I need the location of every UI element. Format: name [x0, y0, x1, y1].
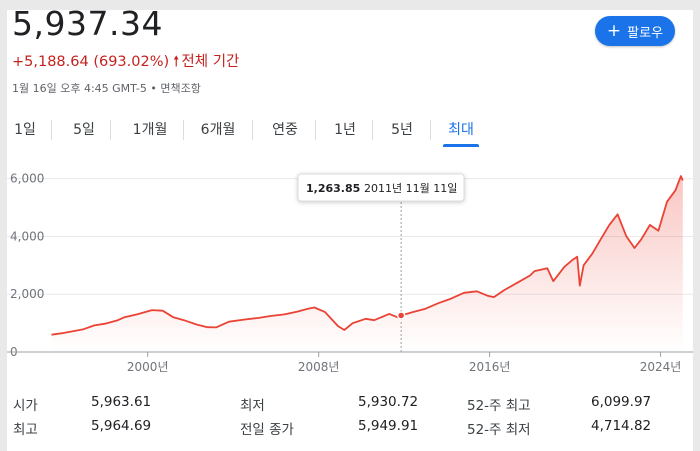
price-change: +5,188.64 (693.02%) 🠕 전체 기간 — [12, 50, 239, 76]
stock-card: 5,937.34 +5,188.64 (693.02%) 🠕 전체 기간 1월 16… — [7, 10, 693, 451]
stat-high-label: 최고 — [13, 422, 38, 438]
tab-ytd[interactable]: 연중 — [270, 114, 300, 144]
hover-point-marker — [396, 311, 406, 320]
tab-label: 1년 — [334, 122, 356, 138]
x-tick-label: 2016년 — [469, 360, 511, 374]
current-price: 5,937.34 — [12, 10, 163, 43]
change-amount: +5,188.64 (693.02%) — [12, 54, 170, 70]
y-tick-label: 4,000 — [10, 229, 44, 243]
plus-icon: + — [606, 20, 622, 41]
tooltip-date: 2011년 11월 11일 — [364, 181, 457, 195]
follow-button[interactable]: + 팔로우 — [595, 16, 675, 46]
tab-1m[interactable]: 1개월 — [129, 114, 171, 144]
x-tick-label: 2008년 — [298, 360, 340, 374]
tab-label: 연중 — [272, 122, 298, 138]
stat-open-value: 5,963.61 — [91, 394, 152, 410]
tab-divider — [183, 120, 184, 140]
tab-divider — [252, 120, 253, 140]
x-tick-label: 2000년 — [127, 360, 169, 374]
stat-low-value: 5,930.72 — [358, 394, 419, 410]
y-tick-label: 6,000 — [10, 172, 44, 186]
arrow-up-icon: 🠕 — [173, 54, 180, 70]
x-tick-label: 2024년 — [640, 360, 682, 374]
tab-divider — [315, 120, 316, 140]
tab-5d[interactable]: 5일 — [71, 114, 97, 144]
stat-52w-low-value: 4,714.82 — [591, 418, 652, 434]
stat-prev-close-value: 5,949.91 — [358, 418, 419, 434]
stat-prev-close-label: 전일 종가 — [240, 422, 294, 438]
active-tab-indicator — [443, 144, 479, 147]
price-chart[interactable]: 02,0004,0006,000 2000년 2008년 2016년 2024년 1,… — [7, 170, 693, 392]
tab-1y[interactable]: 1년 — [332, 114, 358, 144]
tab-max[interactable]: 최대 — [443, 114, 479, 147]
stat-52w-low-label: 52-주 최저 — [467, 422, 531, 438]
stat-open-label: 시가 — [13, 398, 38, 414]
tab-label: 6개월 — [200, 122, 236, 138]
time-range-tabs: 1일 5일 1개월 6개월 연중 1년 5년 최대 — [7, 114, 693, 148]
follow-button-label: 팔로우 — [627, 25, 664, 41]
stat-high-value: 5,964.69 — [91, 418, 152, 434]
tab-divider — [372, 120, 373, 140]
timestamp-disclaimer[interactable]: 1월 16일 오후 4:45 GMT-5 • 면책조항 — [12, 80, 201, 96]
stat-52w-high-value: 6,099.97 — [591, 394, 652, 410]
tab-label: 5일 — [73, 122, 95, 138]
price-area-fill — [51, 176, 683, 352]
y-tick-label: 2,000 — [10, 287, 44, 301]
stat-52w-high-label: 52-주 최고 — [467, 398, 531, 414]
tab-divider — [51, 120, 52, 140]
tab-6m[interactable]: 6개월 — [197, 114, 239, 144]
tab-label: 최대 — [448, 122, 474, 138]
tooltip-value: 1,263.85 — [306, 182, 360, 195]
tab-label: 1일 — [14, 122, 36, 138]
tab-divider — [430, 120, 431, 140]
hover-tooltip: 1,263.85 2011년 11월 11일 — [297, 173, 465, 202]
stat-low-label: 최저 — [240, 398, 265, 414]
tab-label: 5년 — [391, 122, 413, 138]
tab-1d[interactable]: 1일 — [12, 114, 38, 144]
tab-label: 1개월 — [132, 122, 168, 138]
change-period: 전체 기간 — [181, 54, 240, 70]
tab-divider — [110, 120, 111, 140]
tab-5y[interactable]: 5년 — [389, 114, 415, 144]
